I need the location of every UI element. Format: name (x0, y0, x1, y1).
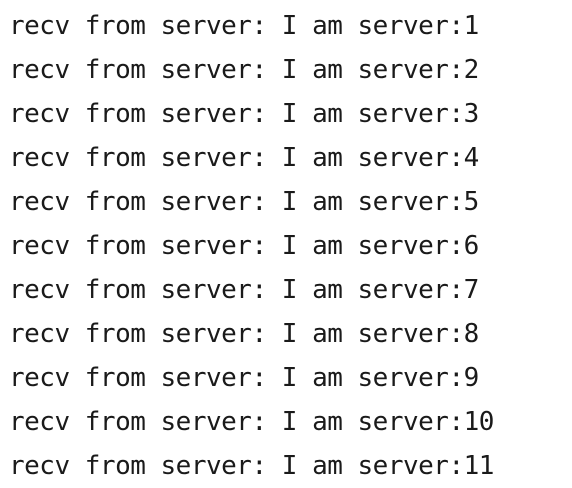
output-line-10: recv from server: I am server:10 (9, 407, 494, 437)
output-line-1: recv from server: I am server:1 (9, 11, 479, 41)
output-line-8: recv from server: I am server:8 (9, 319, 479, 349)
output-line-7: recv from server: I am server:7 (9, 275, 479, 305)
output-line-11: recv from server: I am server:11 (9, 451, 494, 481)
output-line-4: recv from server: I am server:4 (9, 143, 479, 173)
output-line-5: recv from server: I am server:5 (9, 187, 479, 217)
output-line-2: recv from server: I am server:2 (9, 55, 479, 85)
output-line-3: recv from server: I am server:3 (9, 99, 479, 129)
terminal-output: recv from server: I am server:1 recv fro… (0, 0, 572, 481)
output-line-6: recv from server: I am server:6 (9, 231, 479, 261)
output-line-9: recv from server: I am server:9 (9, 363, 479, 393)
